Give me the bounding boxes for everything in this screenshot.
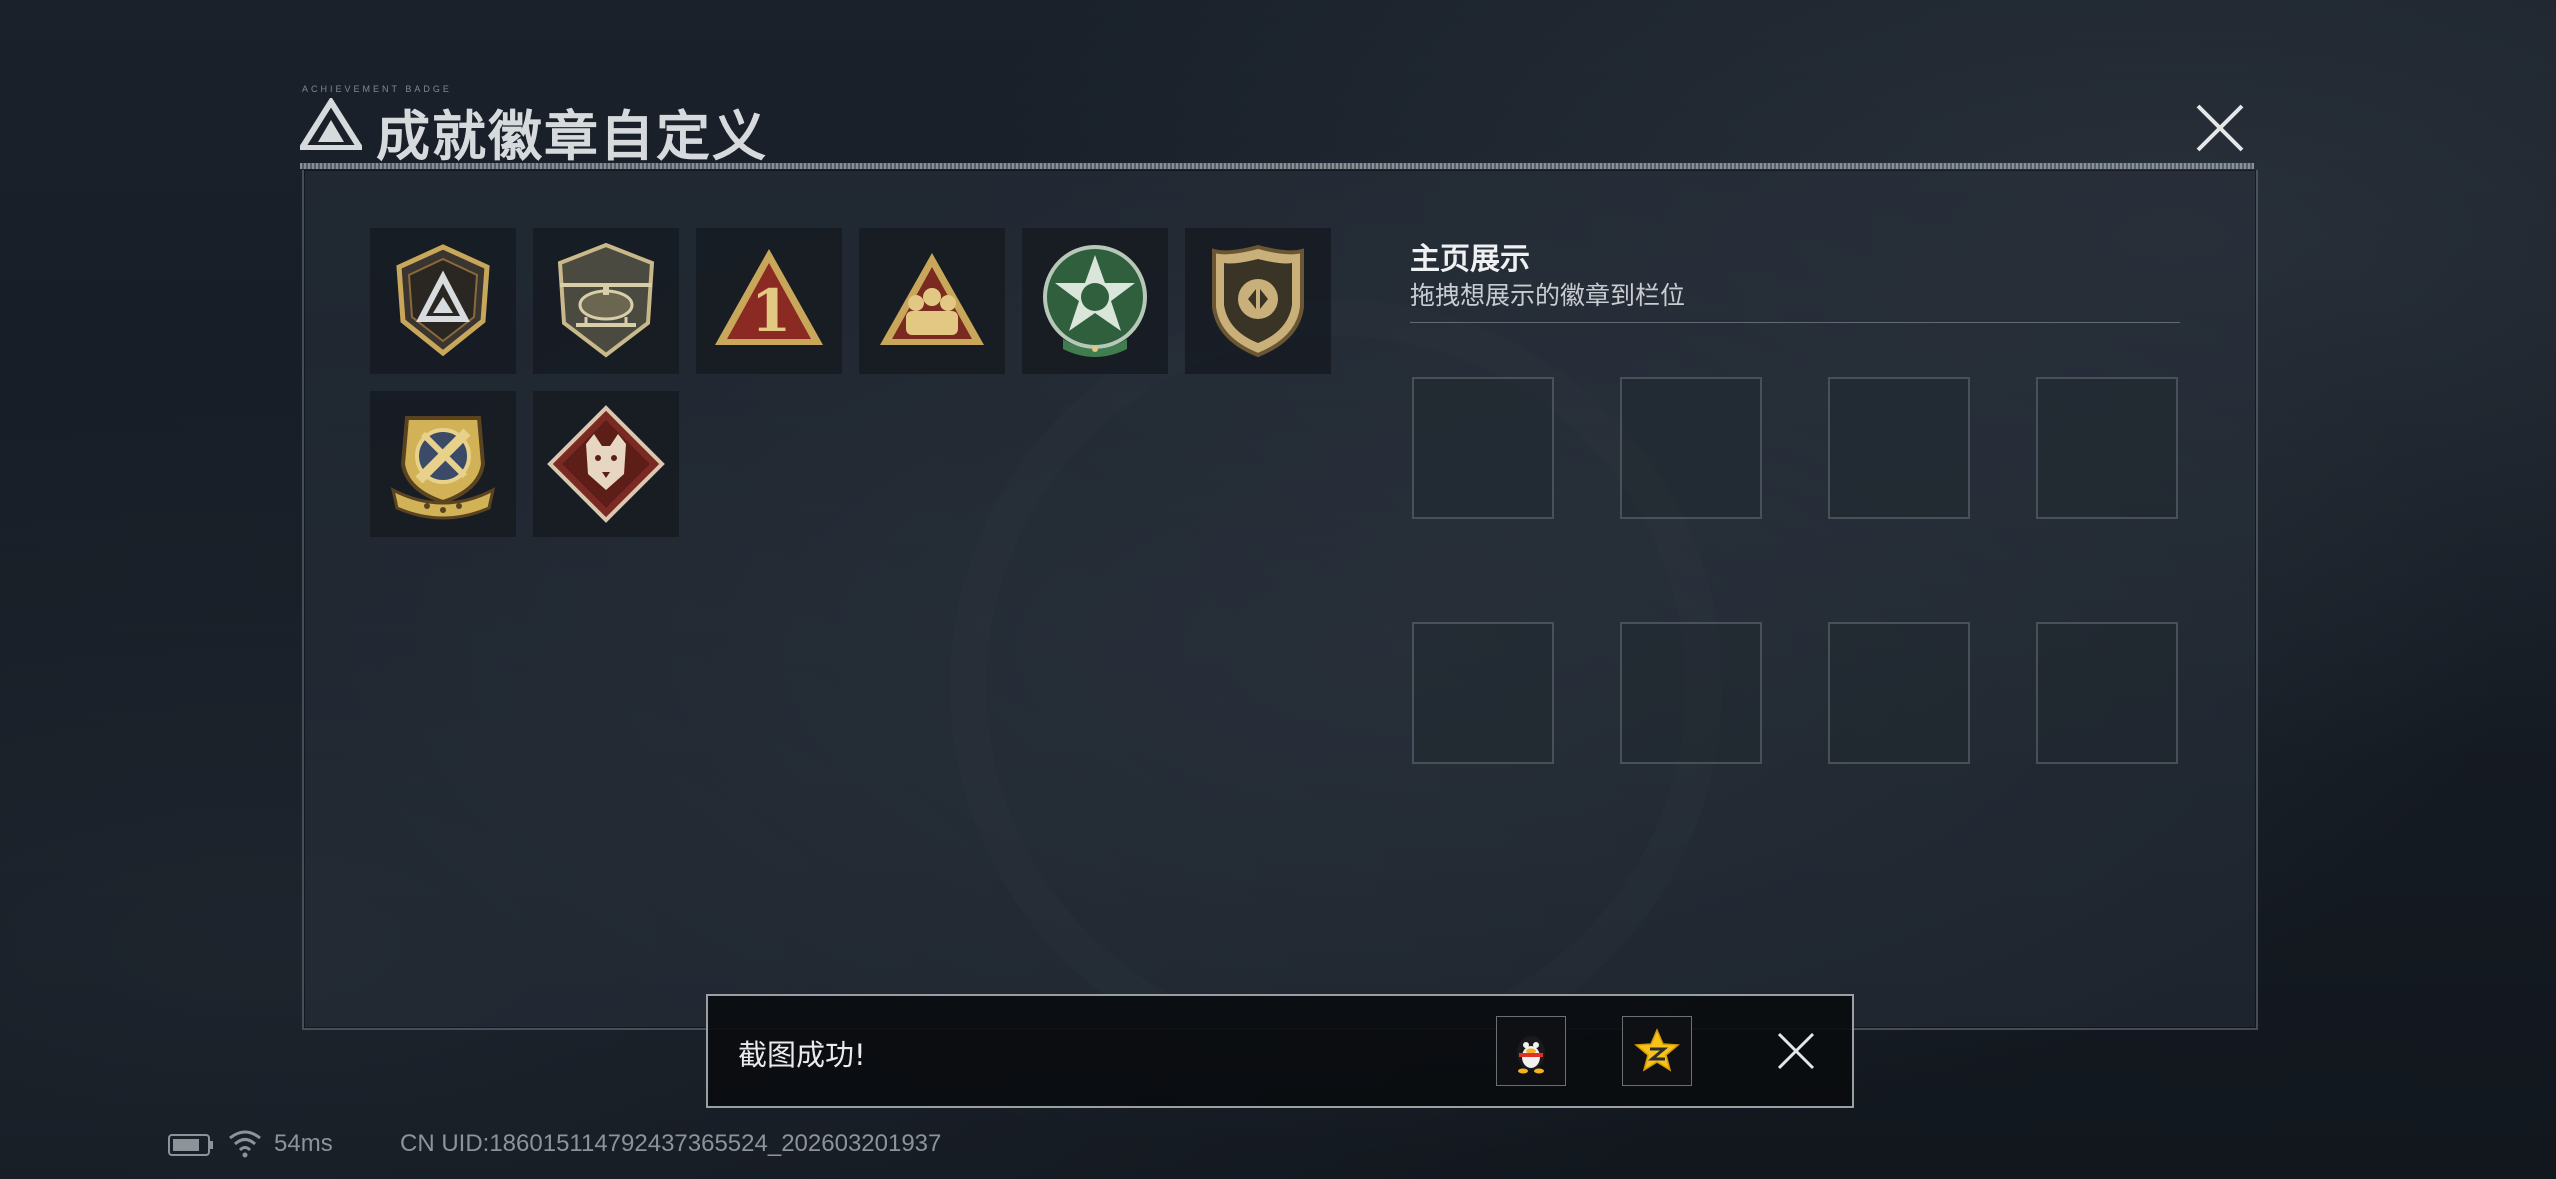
close-icon[interactable] [2194,102,2246,154]
gold-wrench-icon [390,416,496,520]
header-divider [300,163,2254,169]
helicopter-icon [557,242,655,358]
status-bar: 54ms CN UID:18601511479243736552​4_20260… [168,1128,1068,1162]
share-qq-button[interactable] [1496,1016,1566,1086]
header: ACHIEVEMENT BADGE 成就徽章自定义 [300,84,2260,168]
display-slot-3[interactable] [1828,377,1970,519]
police-shield-icon [1212,244,1304,358]
showcase-title: 主页展示 [1410,242,1530,277]
display-slot-2[interactable] [1620,377,1762,519]
green-star-icon [1043,245,1147,357]
user-uid: CN UID:18601511479243736552​4_2026032019… [400,1130,942,1157]
display-slot-8[interactable] [2036,622,2178,764]
wolf-diamond-icon [547,405,665,523]
main-panel: 1 主页展示 拖拽想展示的徽章到栏位 [302,170,2258,1030]
badge-wolf-diamond[interactable] [533,391,679,537]
page-title: 成就徽章自定义 [376,105,768,168]
squad-triangle-icon [880,253,984,345]
display-slot-7[interactable] [1828,622,1970,764]
screenshot-toast: 截图成功! [706,994,1854,1108]
display-slot-6[interactable] [1620,622,1762,764]
triangle-shield-icon [396,244,490,357]
badge-police-shield[interactable] [1185,228,1331,374]
badge-helicopter[interactable] [533,228,679,374]
badge-squad[interactable] [859,228,1005,374]
badge-wrench-gold[interactable] [370,391,516,537]
showcase-subtitle: 拖拽想展示的徽章到栏位 [1410,281,1686,310]
battery-icon [168,1134,213,1156]
qq-penguin-icon [1517,1036,1545,1074]
wifi-icon [229,1130,261,1158]
toast-message: 截图成功! [738,1038,866,1072]
display-slot-5[interactable] [1412,622,1554,764]
qzone-star-icon [1634,1028,1680,1072]
badge-number-label: 1 [751,277,791,345]
badge-green-star[interactable] [1022,228,1168,374]
badge-number-one[interactable]: 1 [696,228,842,374]
showcase-divider [1410,322,2180,323]
display-slot-1[interactable] [1412,377,1554,519]
ping-value: 54ms [274,1130,333,1157]
display-slot-4[interactable] [2036,377,2178,519]
badge-triangle-shield[interactable] [370,228,516,374]
share-qzone-button[interactable] [1622,1016,1692,1086]
number-one-triangle-icon: 1 [715,249,823,345]
triangle-logo-icon [300,98,362,150]
close-icon[interactable] [1776,1031,1816,1071]
